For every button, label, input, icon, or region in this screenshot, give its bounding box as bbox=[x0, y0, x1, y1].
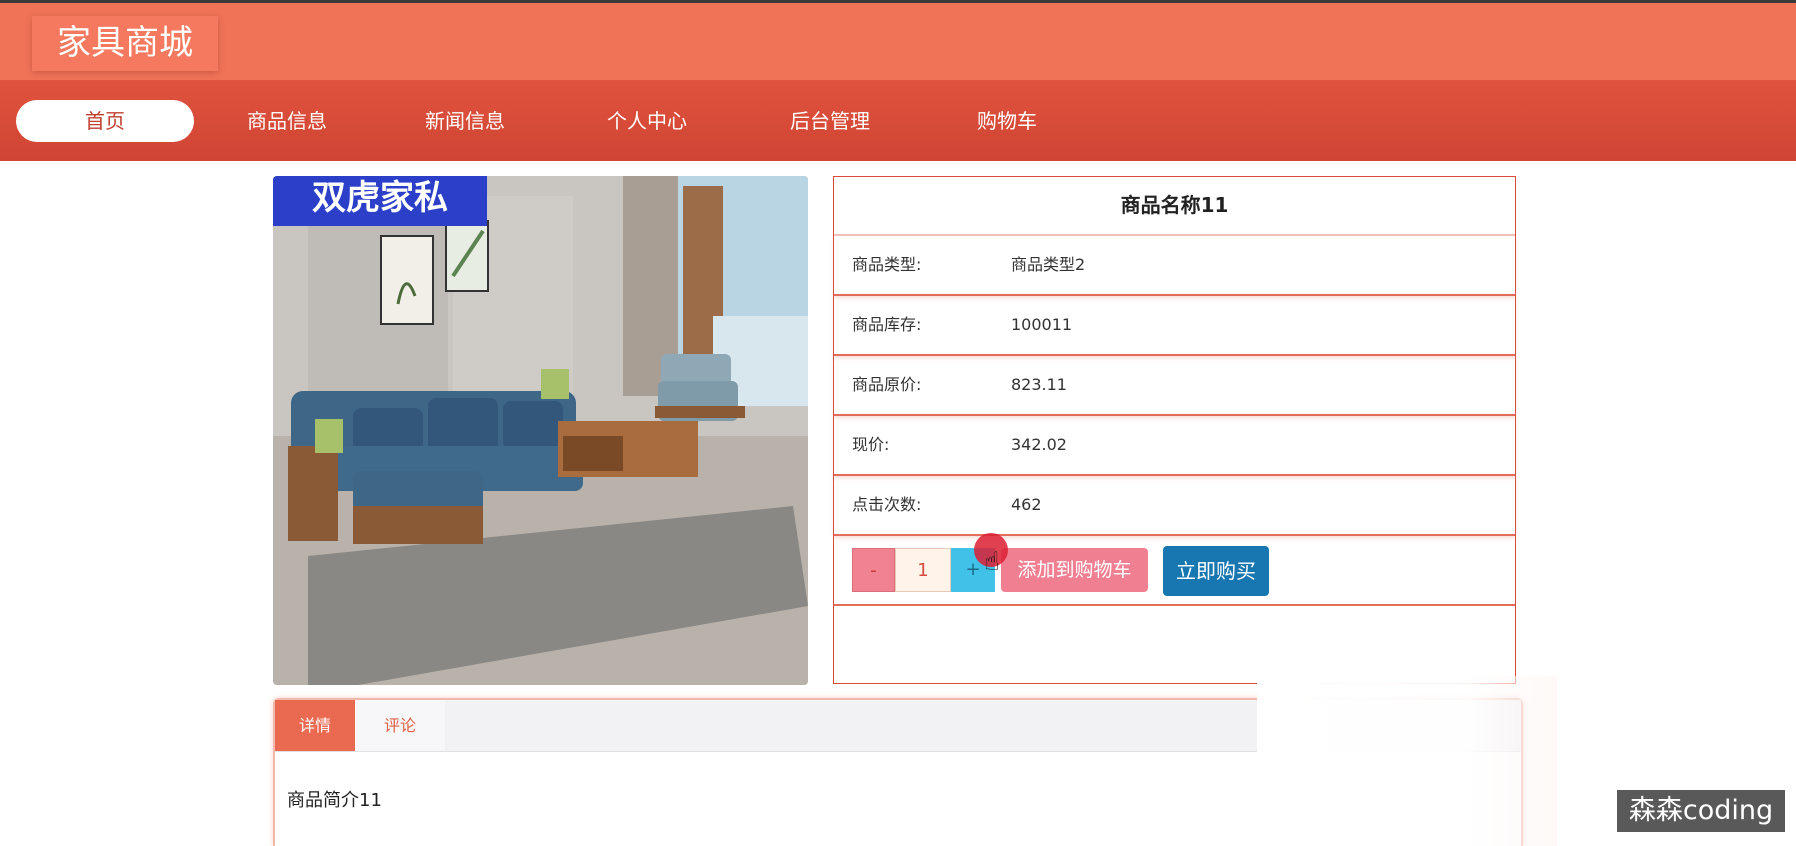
nav-item-home[interactable]: 首页 bbox=[16, 100, 194, 142]
video-overlay-fade bbox=[1257, 676, 1557, 846]
original-price-value: 823.11 bbox=[1011, 375, 1067, 394]
nav-item-news[interactable]: 新闻信息 bbox=[385, 100, 545, 142]
product-stock-row: 商品库存: 100011 bbox=[834, 296, 1515, 356]
product-name: 商品名称11 bbox=[834, 177, 1515, 236]
nav-item-cart[interactable]: 购物车 bbox=[927, 100, 1087, 142]
brand-tag: 双虎家私 bbox=[273, 176, 487, 226]
product-description: 商品简介11 bbox=[287, 790, 382, 811]
hand-cursor-icon: ☝ bbox=[984, 547, 1000, 577]
buy-now-button[interactable]: 立即购买 bbox=[1163, 546, 1269, 596]
original-price-label: 商品原价: bbox=[852, 375, 922, 394]
add-to-cart-button[interactable]: 添加到购物车 bbox=[1001, 548, 1148, 592]
click-count-value: 462 bbox=[1011, 495, 1042, 514]
nav-item-admin[interactable]: 后台管理 bbox=[750, 100, 910, 142]
sofa-room-illustration bbox=[273, 176, 808, 685]
product-type-row: 商品类型: 商品类型2 bbox=[834, 236, 1515, 296]
watermark: 森森coding bbox=[1617, 790, 1785, 832]
original-price-row: 商品原价: 823.11 bbox=[834, 356, 1515, 416]
click-count-row: 点击次数: 462 bbox=[834, 476, 1515, 536]
product-stock-value: 100011 bbox=[1011, 315, 1073, 334]
product-image: 双虎家私 bbox=[273, 176, 808, 685]
tab-comments[interactable]: 评论 bbox=[355, 700, 445, 751]
purchase-actions: - 1 + 添加到购物车 立即购买 ☝ bbox=[834, 533, 1515, 606]
current-price-label: 现价: bbox=[852, 435, 890, 454]
site-logo[interactable]: 家具商城 bbox=[32, 16, 218, 71]
product-type-value: 商品类型2 bbox=[1011, 255, 1086, 274]
quantity-decrease-button[interactable]: - bbox=[852, 548, 895, 592]
main-nav: 首页 商品信息 新闻信息 个人中心 后台管理 购物车 bbox=[0, 80, 1796, 161]
current-price-value: 342.02 bbox=[1011, 435, 1067, 454]
nav-item-products[interactable]: 商品信息 bbox=[207, 100, 367, 142]
product-info-panel: 商品名称11 商品类型: 商品类型2 商品库存: 100011 商品原价: 82… bbox=[833, 176, 1516, 684]
product-stock-label: 商品库存: bbox=[852, 315, 922, 334]
site-header: 家具商城 bbox=[0, 3, 1796, 80]
current-price-row: 现价: 342.02 bbox=[834, 416, 1515, 476]
click-count-label: 点击次数: bbox=[852, 495, 922, 514]
quantity-input[interactable]: 1 bbox=[895, 548, 951, 592]
nav-item-personal-center[interactable]: 个人中心 bbox=[567, 100, 727, 142]
product-type-label: 商品类型: bbox=[852, 255, 922, 274]
tab-details[interactable]: 详情 bbox=[275, 700, 355, 751]
